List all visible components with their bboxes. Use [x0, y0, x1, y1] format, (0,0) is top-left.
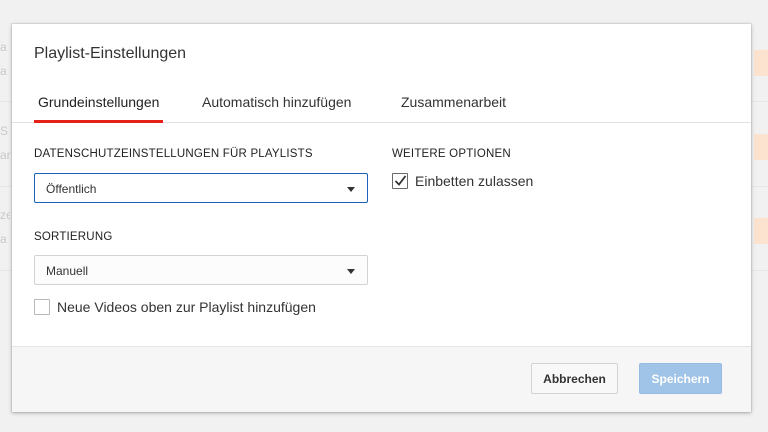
tab-basic-settings[interactable]: Grundeinstellungen — [33, 84, 164, 123]
caret-down-icon — [347, 269, 355, 274]
checkmark-icon — [394, 175, 407, 186]
tab-bar: Grundeinstellungen Automatisch hinzufüge… — [12, 84, 751, 123]
tab-auto-add[interactable]: Automatisch hinzufügen — [202, 84, 351, 122]
cancel-button[interactable]: Abbrechen — [531, 363, 618, 394]
background-text-fragment: S — [0, 124, 9, 138]
background-accent — [754, 218, 768, 244]
tab-label: Automatisch hinzufügen — [202, 94, 352, 110]
tab-label: Zusammenarbeit — [401, 94, 507, 110]
background-accent — [754, 134, 768, 160]
sorting-select[interactable]: Manuell — [34, 255, 368, 285]
background-text-fragment: a — [0, 40, 7, 54]
sorting-label: SORTIERUNG — [34, 231, 113, 243]
add-to-top-checkbox[interactable] — [34, 299, 50, 315]
more-options-label: WEITERE OPTIONEN — [392, 148, 511, 160]
sorting-select-value: Manuell — [46, 264, 89, 278]
background-text-fragment: a — [0, 232, 7, 246]
tab-label: Grundeinstellungen — [38, 94, 160, 110]
tab-collaboration[interactable]: Zusammenarbeit — [401, 84, 506, 122]
caret-down-icon — [347, 187, 355, 192]
privacy-label: DATENSCHUTZEINSTELLUNGEN FÜR PLAYLISTS — [34, 148, 313, 160]
privacy-select-value: Öffentlich — [46, 182, 97, 196]
background-accent — [754, 50, 768, 76]
embed-checkbox[interactable] — [392, 173, 408, 189]
background-text-fragment: ar — [0, 148, 10, 162]
add-to-top-option[interactable]: Neue Videos oben zur Playlist hinzufügen — [34, 299, 316, 315]
dialog-footer: Abbrechen Speichern — [12, 346, 751, 412]
save-button[interactable]: Speichern — [639, 363, 722, 394]
add-to-top-label: Neue Videos oben zur Playlist hinzufügen — [57, 299, 316, 315]
embed-label: Einbetten zulassen — [415, 173, 534, 189]
privacy-select[interactable]: Öffentlich — [34, 173, 368, 203]
embed-option[interactable]: Einbetten zulassen — [392, 173, 533, 189]
background-text-fragment: ze — [0, 208, 10, 222]
dialog-title: Playlist-Einstellungen — [34, 45, 187, 62]
background-text-fragment: a — [0, 64, 7, 78]
playlist-settings-dialog: Playlist-Einstellungen Grundeinstellunge… — [12, 24, 751, 412]
